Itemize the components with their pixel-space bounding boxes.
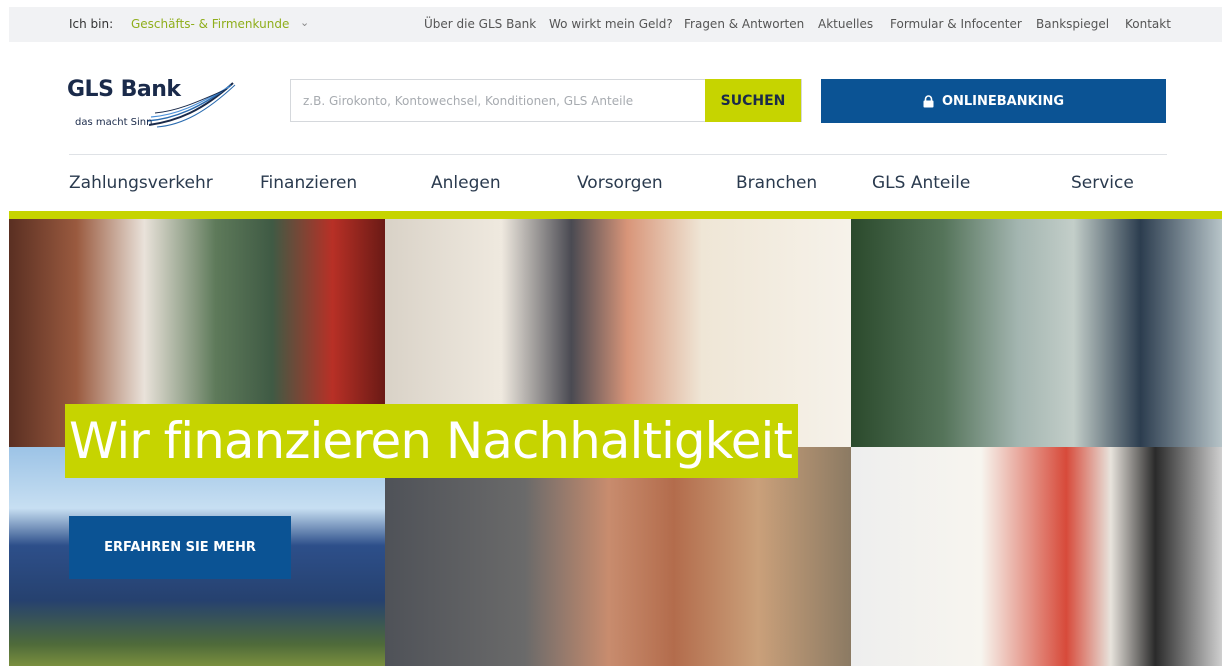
gls-bank-logo[interactable]: GLS Bank das macht Sinn	[67, 77, 237, 137]
header-divider	[69, 154, 1167, 155]
toplink-wo-wirkt-geld[interactable]: Wo wirkt mein Geld?	[549, 17, 673, 31]
nav-gls-anteile[interactable]: GLS Anteile	[872, 173, 970, 193]
logo-swoosh-icon	[147, 82, 236, 128]
chevron-down-icon[interactable]: ⌄	[300, 16, 309, 29]
learn-more-button[interactable]: ERFAHREN SIE MEHR	[69, 516, 291, 579]
toplink-formular-infocenter[interactable]: Formular & Infocenter	[890, 17, 1022, 31]
nav-service[interactable]: Service	[1071, 173, 1134, 193]
search-input[interactable]	[291, 80, 705, 121]
hero-photo-woman-studio	[851, 447, 1222, 666]
accent-bar	[9, 211, 1222, 219]
nav-anlegen[interactable]: Anlegen	[431, 173, 501, 193]
logo-tagline: das macht Sinn	[75, 117, 153, 128]
nav-finanzieren[interactable]: Finanzieren	[260, 173, 357, 193]
toplink-bankspiegel[interactable]: Bankspiegel	[1036, 17, 1109, 31]
nav-zahlungsverkehr[interactable]: Zahlungsverkehr	[69, 173, 213, 193]
toplink-ueber-gls[interactable]: Über die GLS Bank	[424, 17, 536, 31]
toplink-kontakt[interactable]: Kontakt	[1125, 17, 1171, 31]
search-box: SUCHEN	[290, 79, 802, 122]
nav-vorsorgen[interactable]: Vorsorgen	[577, 173, 663, 193]
onlinebanking-button[interactable]: ONLINEBANKING	[821, 79, 1166, 123]
onlinebanking-label: ONLINEBANKING	[941, 93, 1065, 109]
nav-branchen[interactable]: Branchen	[736, 173, 817, 193]
lock-icon	[923, 94, 934, 107]
hero-photo-farmer-tractor	[851, 219, 1222, 447]
hero-photo-hands-drawing	[385, 447, 851, 666]
iam-label: Ich bin:	[69, 17, 114, 31]
hero-headline: Wir finanzieren Nachhaltigkeit	[65, 404, 799, 478]
customer-segment-select[interactable]: Geschäfts- & Firmenkunde	[131, 17, 289, 31]
toplink-fragen-antworten[interactable]: Fragen & Antworten	[684, 17, 804, 31]
search-button[interactable]: SUCHEN	[705, 79, 801, 122]
top-utility-bar: Ich bin: Geschäfts- & Firmenkunde ⌄ Über…	[9, 7, 1222, 42]
toplink-aktuelles[interactable]: Aktuelles	[818, 17, 873, 31]
main-navigation: Zahlungsverkehr Finanzieren Anlegen Vors…	[0, 173, 1224, 197]
